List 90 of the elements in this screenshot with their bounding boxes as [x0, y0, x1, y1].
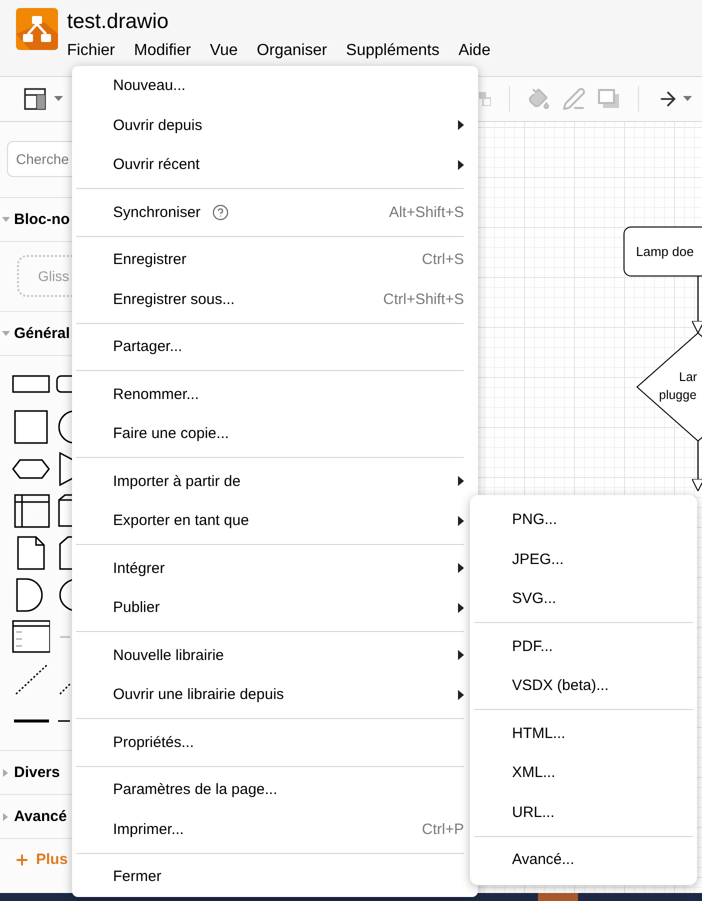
- menu-bar-item[interactable]: Modifier: [126, 41, 199, 61]
- menu-item[interactable]: VSDX (beta)...: [470, 666, 697, 706]
- section-toggle-icon: [2, 330, 10, 338]
- caret-icon: [54, 96, 63, 102]
- menu-item-label: Importer à partir de: [113, 472, 241, 490]
- layout-icon: [24, 88, 46, 110]
- search-field[interactable]: Cherche: [7, 141, 72, 177]
- menu-item[interactable]: SVG...: [470, 579, 697, 618]
- menu-item-label: XML...: [512, 764, 556, 782]
- menu-item-label: Ouvrir une librairie depuis: [113, 686, 284, 704]
- menu-item-label: PDF...: [512, 638, 553, 655]
- menu-bar-item[interactable]: Organiser: [248, 41, 336, 61]
- logo-icon: [16, 8, 58, 50]
- menu-item[interactable]: Importer à partir de: [72, 462, 468, 501]
- menu-item[interactable]: Publier: [72, 588, 468, 628]
- menu-item[interactable]: Faire une copie...: [72, 414, 468, 454]
- menu-item[interactable]: Ouvrir depuis: [72, 106, 468, 145]
- menu-item-label: Ouvrir récent: [113, 156, 200, 174]
- container-shape[interactable]: [12, 494, 50, 528]
- menu-item-label: Enregistrer: [113, 251, 186, 268]
- menu-item[interactable]: Partager...: [72, 327, 468, 366]
- menu-item-label: JPEG...: [512, 550, 564, 568]
- menu-item-label: Ouvrir depuis: [113, 116, 202, 134]
- section-toggle-icon: [2, 216, 10, 224]
- keyboard-shortcut: Ctrl+S: [422, 251, 464, 268]
- menu-item-label: Paramètres de la page...: [113, 781, 278, 798]
- square-shape[interactable]: [12, 410, 50, 444]
- menu-item-label: Enregistrer sous...: [113, 290, 235, 308]
- menu-item-label: Imprimer...: [113, 820, 184, 838]
- menu-item[interactable]: XML...: [470, 753, 697, 792]
- menu-item[interactable]: Synchroniser Alt+Shift+S: [72, 192, 468, 232]
- menu-item-label: PNG...: [512, 511, 558, 528]
- menu-item-label: Exporter en tant que: [113, 512, 249, 530]
- menu-item[interactable]: Nouvelle librairie: [72, 636, 468, 675]
- menu-item-label: VSDX (beta)...: [512, 677, 609, 694]
- menu-item[interactable]: HTML...: [470, 714, 697, 753]
- list-shape[interactable]: [12, 620, 50, 654]
- node-label: plugge: [659, 388, 697, 402]
- connector-arrow: [692, 441, 702, 492]
- line-color-icon[interactable]: [562, 87, 586, 111]
- menu-item[interactable]: Enregistrer Ctrl+S: [72, 240, 468, 280]
- fill-color-icon[interactable]: [528, 88, 550, 110]
- menu-item-label: HTML...: [512, 724, 566, 742]
- node-label: Lamp doe: [636, 244, 694, 259]
- keyboard-shortcut: Alt+Shift+S: [388, 204, 464, 221]
- menu-item-label: Fermer: [113, 868, 162, 886]
- menu-item-label: Renommer...: [113, 386, 199, 403]
- menu-item[interactable]: Ouvrir une librairie depuis: [72, 675, 468, 714]
- menu-item[interactable]: Paramètres de la page...: [72, 770, 468, 810]
- menu-item[interactable]: Enregistrer sous... Ctrl+Shift+S: [72, 280, 468, 319]
- keyboard-shortcut: Ctrl+P: [422, 820, 464, 838]
- menu-item-label: Synchroniser: [113, 204, 201, 221]
- menu-item-label: Nouveau...: [113, 77, 186, 94]
- section-toggle-icon: [2, 812, 10, 820]
- keyboard-shortcut: Ctrl+Shift+S: [383, 290, 464, 308]
- menu-item[interactable]: Renommer...: [72, 374, 468, 414]
- shadow-icon: [598, 89, 620, 109]
- menu-item[interactable]: URL...: [470, 792, 697, 832]
- menu-item[interactable]: JPEG...: [470, 540, 697, 579]
- menu-item-label: SVG...: [512, 590, 556, 608]
- menu-item-label: Avancé...: [512, 851, 574, 868]
- node-label: Lar: [679, 370, 698, 384]
- menu-item-label: Intégrer: [113, 560, 165, 577]
- section-toggle-icon: [2, 768, 10, 776]
- menu-item[interactable]: Imprimer... Ctrl+P: [72, 810, 468, 849]
- help-icon[interactable]: [212, 204, 229, 221]
- menu-item-label: Publier: [113, 599, 160, 616]
- menu-item-label: URL...: [512, 804, 555, 821]
- menu-bar-item[interactable]: Aide: [450, 41, 498, 61]
- menu-item[interactable]: PDF...: [470, 626, 697, 666]
- menu-item[interactable]: Nouveau...: [72, 66, 468, 106]
- menu-item[interactable]: Exporter en tant que: [72, 501, 468, 540]
- menu-bar-item[interactable]: Suppléments: [338, 41, 448, 61]
- menu-bar-item[interactable]: Fichier: [59, 41, 124, 61]
- window-title: test.drawio: [67, 9, 170, 35]
- connector-arrow: [692, 276, 702, 334]
- menu-item[interactable]: Fermer: [72, 857, 468, 896]
- caret-icon: [683, 96, 692, 102]
- menu-item[interactable]: Avancé...: [470, 840, 697, 880]
- menu-item-label: Nouvelle librairie: [113, 646, 224, 664]
- menu-item[interactable]: Propriétés...: [72, 722, 468, 762]
- to-front-icon: [479, 92, 491, 106]
- menu-bar-item[interactable]: Vue: [202, 41, 246, 61]
- menu-item-label: Faire une copie...: [113, 425, 229, 442]
- menu-item[interactable]: Ouvrir récent: [72, 145, 468, 184]
- menu-item-label: Propriétés...: [113, 734, 194, 751]
- plus-icon[interactable]: [14, 852, 30, 868]
- menu-item[interactable]: Intégrer: [72, 548, 468, 588]
- menu-item[interactable]: PNG...: [470, 500, 697, 540]
- menu-item-label: Partager...: [113, 338, 182, 356]
